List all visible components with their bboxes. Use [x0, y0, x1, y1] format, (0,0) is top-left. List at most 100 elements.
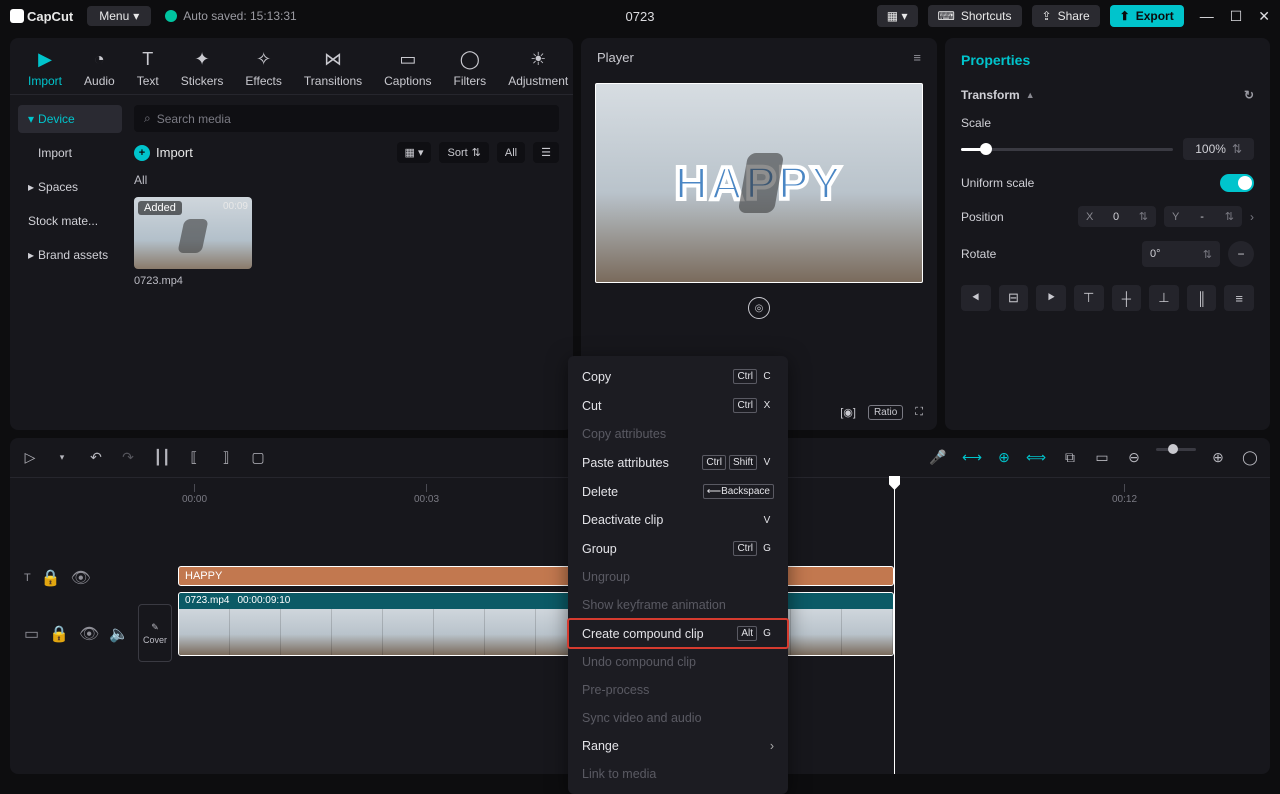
chevron-right-icon[interactable]: ›: [1250, 210, 1254, 224]
import-button[interactable]: + Import: [134, 145, 193, 161]
search-input[interactable]: ⌕ Search media: [134, 105, 559, 132]
transform-header[interactable]: Transform ▲ ↻: [961, 88, 1254, 102]
reset-icon[interactable]: ↻: [1244, 88, 1254, 102]
menu-icon[interactable]: ≡: [913, 50, 921, 65]
lock-icon[interactable]: 🔒: [49, 624, 69, 644]
tab-label: Captions: [384, 74, 431, 88]
ctx-paste-attr[interactable]: Paste attributesCtrlShiftV: [568, 448, 788, 477]
ctx-group[interactable]: GroupCtrlG: [568, 534, 788, 563]
split-tool[interactable]: ┃┃: [152, 448, 172, 468]
pointer-dropdown[interactable]: ▾: [52, 448, 72, 468]
align-left[interactable]: ⯇: [961, 285, 991, 311]
mute-icon[interactable]: 🔈: [109, 624, 129, 644]
preview-canvas[interactable]: HAPPY: [595, 83, 923, 283]
tab-effects[interactable]: ✧Effects: [245, 48, 281, 88]
overlay-text[interactable]: HAPPY: [675, 156, 843, 210]
export-button[interactable]: ⬆ Export: [1110, 5, 1184, 27]
tab-adjustment[interactable]: ☀Adjustment: [508, 48, 568, 88]
ctx-copy[interactable]: CopyCtrlC: [568, 362, 788, 391]
sidenav-device[interactable]: ▾Device: [18, 105, 122, 133]
tab-audio[interactable]: ◔Audio: [84, 48, 115, 88]
cover-button[interactable]: ✎ Cover: [138, 604, 172, 662]
minimize-button[interactable]: —: [1200, 8, 1214, 25]
ctx-delete[interactable]: Delete⟵Backspace: [568, 477, 788, 506]
sidenav-stock[interactable]: Stock mate...: [18, 207, 122, 235]
sidenav-import[interactable]: Import: [18, 139, 122, 167]
thumb-duration: 00:09: [223, 201, 248, 212]
tab-stickers[interactable]: ✦Stickers: [181, 48, 224, 88]
link-icon[interactable]: ⧉: [1060, 448, 1080, 468]
scale-value[interactable]: 100%⇅: [1183, 138, 1254, 160]
zoom-in[interactable]: ⊕: [1208, 448, 1228, 468]
ctx-label: Cut: [582, 399, 601, 413]
properties-panel: Properties Transform ▲ ↻ Scale 100%⇅ Uni…: [945, 38, 1270, 430]
align-right[interactable]: ⯈: [1036, 285, 1066, 311]
layout-button[interactable]: ▦ ▾: [877, 5, 918, 27]
ctx-deactivate[interactable]: Deactivate clipV: [568, 506, 788, 534]
ctx-label: Link to media: [582, 767, 656, 781]
snap-toggle-1[interactable]: ⟷: [962, 448, 982, 468]
ratio-button[interactable]: Ratio: [868, 405, 903, 420]
tab-captions[interactable]: ▭Captions: [384, 48, 431, 88]
dist-h[interactable]: ║: [1187, 285, 1217, 311]
eye-icon[interactable]: 👁: [79, 624, 99, 644]
rotate-value[interactable]: 0°⇅: [1142, 241, 1220, 267]
mic-icon[interactable]: 🎤: [928, 448, 948, 468]
shortcuts-button[interactable]: ⌨ Shortcuts: [928, 5, 1022, 27]
menu-button[interactable]: Menu ▾: [87, 6, 151, 26]
share-button[interactable]: ⇪ Share: [1032, 5, 1100, 27]
stepper-icon[interactable]: ⇅: [1225, 210, 1234, 223]
snap-toggle-2[interactable]: ⊕: [994, 448, 1014, 468]
zoom-out[interactable]: ⊖: [1124, 448, 1144, 468]
snap-toggle-3[interactable]: ⟺: [1026, 448, 1046, 468]
fullscreen-icon[interactable]: ⛶: [915, 406, 923, 419]
focus-icon[interactable]: [◉]: [840, 406, 856, 419]
tab-text[interactable]: TText: [137, 48, 159, 88]
sort-button[interactable]: Sort ⇅: [439, 142, 488, 163]
rotate-dial[interactable]: −: [1228, 241, 1254, 267]
redo-button[interactable]: ↷: [118, 448, 138, 468]
grid-toggle[interactable]: ▦ ▾: [397, 142, 432, 163]
preview-icon[interactable]: ▭: [1092, 448, 1112, 468]
media-thumb[interactable]: Added 00:09 0723.mp4: [134, 197, 252, 287]
sidenav-spaces[interactable]: ▸Spaces: [18, 173, 122, 201]
project-name[interactable]: 0723: [626, 9, 655, 24]
ctx-range[interactable]: Range›: [568, 732, 788, 760]
y-value: -: [1200, 211, 1204, 223]
ctx-create-compound[interactable]: Create compound clipAltG: [568, 619, 788, 648]
zoom-fit[interactable]: ◯: [1240, 448, 1260, 468]
tab-import[interactable]: ▶Import: [28, 48, 62, 88]
search-icon: ⌕: [144, 111, 151, 126]
undo-button[interactable]: ↶: [86, 448, 106, 468]
x-value: 0: [1113, 211, 1119, 223]
uniform-toggle[interactable]: [1220, 174, 1254, 192]
align-top[interactable]: ⊤: [1074, 285, 1104, 311]
position-y[interactable]: Y-⇅: [1164, 206, 1242, 227]
sidenav-brand[interactable]: ▸Brand assets: [18, 241, 122, 269]
scale-slider[interactable]: [961, 148, 1173, 151]
pointer-tool[interactable]: ▷: [20, 448, 40, 468]
maximize-button[interactable]: ☐: [1230, 8, 1243, 25]
tab-filters[interactable]: ◯Filters: [454, 48, 487, 88]
stepper-icon[interactable]: ⇅: [1139, 210, 1148, 223]
stepper-icon[interactable]: ⇅: [1232, 142, 1242, 156]
align-hcenter[interactable]: ⊟: [999, 285, 1029, 311]
close-button[interactable]: ✕: [1258, 8, 1270, 25]
eye-icon[interactable]: 👁: [71, 568, 91, 588]
delete-tool[interactable]: ▢: [248, 448, 268, 468]
section-all: All: [134, 173, 559, 187]
filter-options[interactable]: ☰: [533, 142, 559, 163]
safe-zone-icon[interactable]: ◎: [748, 297, 770, 319]
align-vcenter[interactable]: ┼: [1112, 285, 1142, 311]
align-bottom[interactable]: ⊥: [1149, 285, 1179, 311]
stepper-icon[interactable]: ⇅: [1203, 248, 1212, 261]
trim-right[interactable]: ⟧: [216, 448, 236, 468]
filter-all[interactable]: All: [497, 142, 525, 163]
ctx-cut[interactable]: CutCtrlX: [568, 391, 788, 420]
trim-left[interactable]: ⟦: [184, 448, 204, 468]
zoom-slider[interactable]: [1156, 448, 1196, 451]
dist-v[interactable]: ≡: [1224, 285, 1254, 311]
position-x[interactable]: X0⇅: [1078, 206, 1156, 227]
tab-transitions[interactable]: ⋈Transitions: [304, 48, 362, 88]
lock-icon[interactable]: 🔒: [41, 568, 61, 588]
